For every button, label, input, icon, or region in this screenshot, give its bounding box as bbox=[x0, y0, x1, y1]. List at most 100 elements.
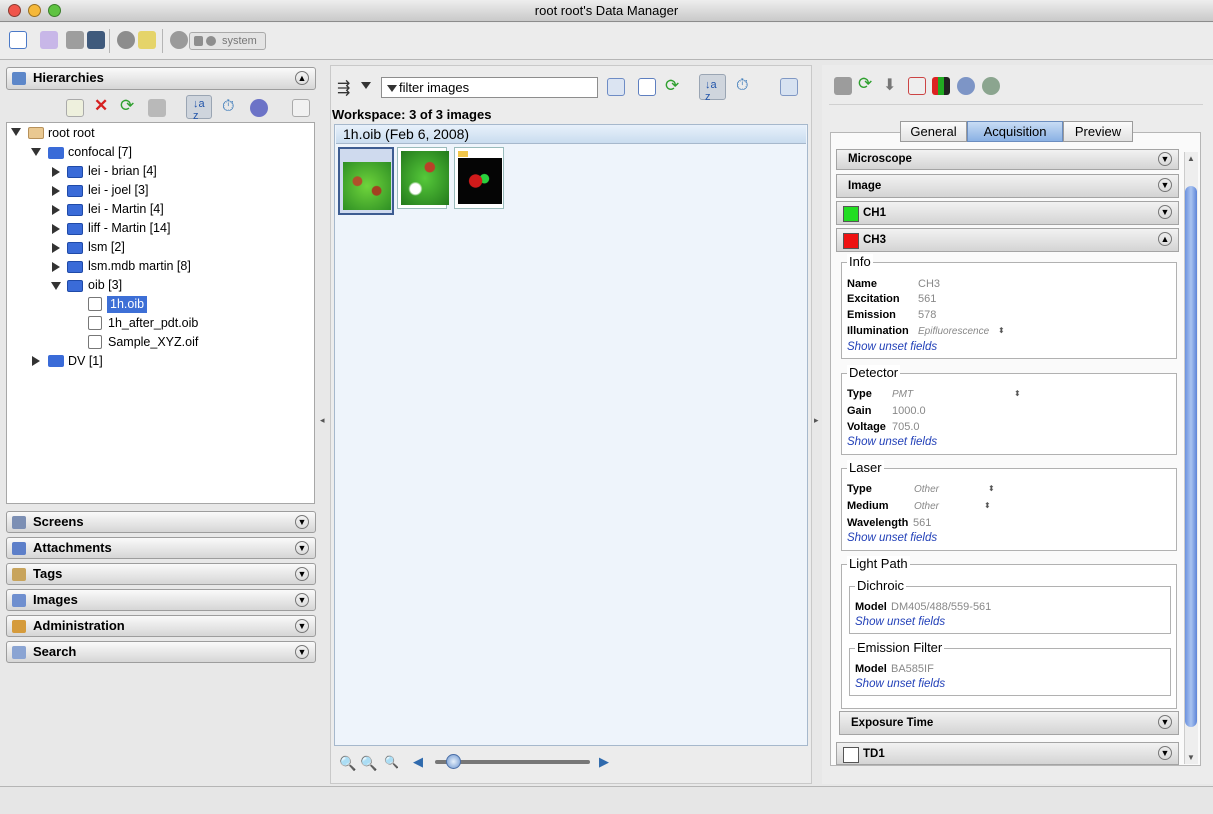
tree-node-root[interactable]: root root bbox=[48, 125, 95, 142]
collapsed-triangle-icon[interactable] bbox=[52, 262, 60, 272]
ch1-section-header[interactable]: CH1 ▼ bbox=[836, 201, 1179, 225]
expand-down-icon[interactable]: ▼ bbox=[295, 645, 309, 659]
timer-icon[interactable]: ⏱ bbox=[222, 98, 234, 116]
list-view-icon[interactable] bbox=[638, 78, 656, 96]
tree-node-confocal[interactable]: confocal [7] bbox=[68, 144, 132, 161]
tree-node-dataset[interactable]: lsm.mdb martin [8] bbox=[88, 258, 191, 275]
shapes-icon[interactable] bbox=[250, 99, 268, 117]
expand-down-icon[interactable]: ▼ bbox=[295, 541, 309, 555]
image-group-title[interactable]: 1h.oib (Feb 6, 2008) bbox=[336, 125, 806, 144]
filter-dropdown-icon[interactable] bbox=[387, 85, 397, 92]
collapse-all-icon[interactable] bbox=[292, 99, 310, 117]
next-arrow-icon[interactable]: ▶ bbox=[599, 754, 609, 770]
laser-wavelength-value[interactable]: 561 bbox=[913, 517, 931, 529]
laser-type-select[interactable]: Other bbox=[914, 484, 939, 495]
tree-node-dataset[interactable]: lei - Martin [4] bbox=[88, 201, 164, 218]
refresh-icon[interactable]: ⟳ bbox=[858, 74, 872, 94]
emission-filter-model-value[interactable]: BA585IF bbox=[891, 663, 934, 675]
expand-triangle-icon[interactable] bbox=[11, 128, 21, 136]
collapsed-triangle-icon[interactable] bbox=[52, 186, 60, 196]
td1-section-header[interactable]: TD1 ▼ bbox=[836, 742, 1179, 765]
grid-icon[interactable] bbox=[66, 31, 84, 49]
collapsed-triangle-icon[interactable] bbox=[52, 205, 60, 215]
expand-down-icon[interactable]: ▼ bbox=[295, 515, 309, 529]
tag-icon[interactable] bbox=[138, 31, 156, 49]
scroll-down-icon[interactable]: ▼ bbox=[1187, 753, 1195, 762]
left-splitter-icon[interactable]: ◂ bbox=[320, 415, 325, 426]
tree-node-dv[interactable]: DV [1] bbox=[68, 353, 103, 370]
tab-general[interactable]: General bbox=[900, 121, 967, 142]
select-arrows-icon[interactable]: ⬍ bbox=[1014, 389, 1021, 398]
laser-show-unset-link[interactable]: Show unset fields bbox=[847, 532, 937, 544]
emission-filter-show-unset-link[interactable]: Show unset fields bbox=[855, 678, 945, 690]
expand-triangle-icon[interactable] bbox=[51, 282, 61, 290]
new-icon[interactable] bbox=[66, 99, 84, 117]
refresh-icon[interactable]: ⟳ bbox=[120, 96, 134, 116]
select-arrows-icon[interactable]: ⬍ bbox=[988, 484, 995, 493]
exposure-time-section-header[interactable]: Exposure Time ▼ bbox=[839, 711, 1179, 735]
zoom-window-button[interactable] bbox=[48, 4, 61, 17]
expand-down-icon[interactable]: ▼ bbox=[295, 593, 309, 607]
expand-down-icon[interactable]: ▼ bbox=[295, 567, 309, 581]
expand-triangle-icon[interactable] bbox=[31, 148, 41, 156]
ch3-section-header[interactable]: CH3 ▲ bbox=[836, 228, 1179, 252]
delete-icon[interactable]: ✕ bbox=[94, 96, 108, 116]
thumbnail-view-icon[interactable] bbox=[607, 78, 625, 96]
panel-header-screens[interactable]: Screens ▼ bbox=[6, 511, 316, 533]
previous-arrow-icon[interactable]: ◀ bbox=[413, 754, 423, 770]
expand-down-icon[interactable]: ▼ bbox=[1158, 152, 1172, 166]
dropdown-icon[interactable] bbox=[361, 82, 371, 89]
import-icon[interactable] bbox=[148, 99, 166, 117]
collapsed-triangle-icon[interactable] bbox=[52, 167, 60, 177]
expand-down-icon[interactable]: ▼ bbox=[1158, 178, 1172, 192]
panel-header-search[interactable]: Search ▼ bbox=[6, 641, 316, 663]
panel-header-tags[interactable]: Tags ▼ bbox=[6, 563, 316, 585]
channels-icon[interactable] bbox=[932, 77, 950, 95]
image-thumbnail[interactable] bbox=[397, 147, 449, 209]
editor-icon[interactable] bbox=[40, 31, 58, 49]
zoom-slider-handle[interactable] bbox=[446, 754, 461, 769]
users-icon[interactable] bbox=[170, 31, 188, 49]
detector-voltage-value[interactable]: 705.0 bbox=[892, 421, 920, 433]
scroll-up-icon[interactable]: ▲ bbox=[1187, 154, 1195, 163]
sort-alpha-button[interactable]: ↓a z bbox=[186, 95, 212, 122]
zoom-in-icon[interactable]: 🔍 bbox=[360, 755, 377, 772]
tree-node-dataset[interactable]: liff - Martin [14] bbox=[88, 220, 170, 237]
window-icon[interactable] bbox=[780, 78, 798, 96]
close-window-button[interactable] bbox=[8, 4, 21, 17]
image-thumbnail[interactable] bbox=[454, 147, 504, 209]
monitor-icon[interactable] bbox=[87, 31, 105, 49]
group-icon[interactable] bbox=[117, 31, 135, 49]
illumination-select[interactable]: Epifluorescence bbox=[918, 326, 989, 337]
publish-icon[interactable] bbox=[982, 77, 1000, 95]
report-icon[interactable] bbox=[908, 77, 926, 95]
tree-node-dataset[interactable]: lsm [2] bbox=[88, 239, 125, 256]
expand-down-icon[interactable]: ▼ bbox=[1158, 715, 1172, 729]
panel-header-attachments[interactable]: Attachments ▼ bbox=[6, 537, 316, 559]
group-selector[interactable]: system bbox=[189, 32, 266, 50]
image-thumbnail[interactable] bbox=[338, 147, 394, 215]
tab-preview[interactable]: Preview bbox=[1063, 121, 1133, 142]
expand-down-icon[interactable]: ▼ bbox=[295, 619, 309, 633]
zoom-fit-icon[interactable]: 🔍 bbox=[384, 755, 399, 769]
collapsed-triangle-icon[interactable] bbox=[32, 356, 40, 366]
laser-medium-select[interactable]: Other bbox=[914, 501, 939, 512]
save-icon[interactable] bbox=[834, 77, 852, 95]
detector-type-select[interactable]: PMT bbox=[892, 389, 913, 400]
panel-header-images[interactable]: Images ▼ bbox=[6, 589, 316, 611]
info-show-unset-link[interactable]: Show unset fields bbox=[847, 341, 937, 353]
tree-node-1h-oib[interactable]: 1h.oib bbox=[107, 296, 148, 313]
tree-node-dataset[interactable]: lei - joel [3] bbox=[88, 182, 148, 199]
right-splitter-icon[interactable]: ▸ bbox=[814, 415, 819, 426]
select-arrows-icon[interactable]: ⬍ bbox=[984, 501, 991, 510]
tree-node-dataset[interactable]: oib [3] bbox=[88, 277, 122, 294]
collapse-up-icon[interactable]: ▲ bbox=[295, 71, 309, 85]
arrange-icon[interactable]: ⇶ bbox=[337, 78, 350, 98]
tree-node-sample-xyz[interactable]: Sample_XYZ.oif bbox=[108, 334, 198, 351]
minimize-window-button[interactable] bbox=[28, 4, 41, 17]
hierarchy-view-icon[interactable] bbox=[9, 31, 27, 49]
panel-header-administration[interactable]: Administration ▼ bbox=[6, 615, 316, 637]
dichroic-show-unset-link[interactable]: Show unset fields bbox=[855, 616, 945, 628]
hierarchies-header[interactable]: Hierarchies ▲ bbox=[6, 67, 316, 90]
image-section-header[interactable]: Image ▼ bbox=[836, 174, 1179, 198]
